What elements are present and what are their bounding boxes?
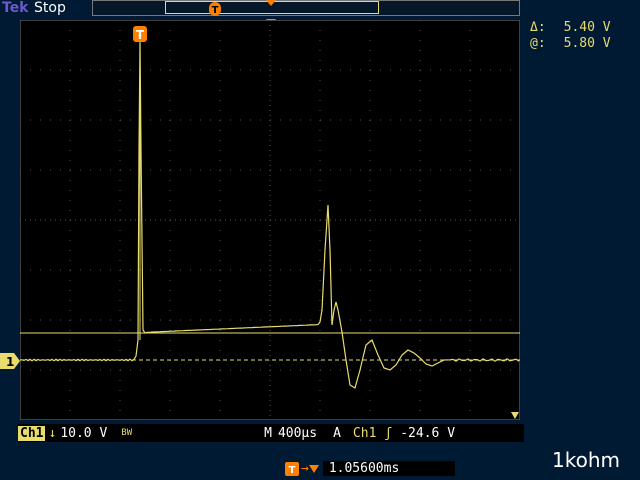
at-value: 5.80 V (563, 36, 611, 51)
waveform-display (19, 19, 521, 421)
trigger-level: -24.6 V (400, 425, 456, 441)
trigger-level-arrow-icon (511, 412, 519, 419)
trigger-marker-label: T (136, 28, 145, 42)
at-symbol: @: (530, 36, 546, 51)
trigger-position-down-icon (308, 464, 319, 473)
trigger-position-value: 1.05600ms (322, 461, 455, 476)
trigger-source: Ch1 (352, 425, 377, 441)
trigger-position-icon: T (285, 461, 299, 476)
timebase-value: 400µs (277, 425, 318, 441)
channel1-scale: 10.0 V (60, 425, 108, 441)
channel1-ground-marker-icon: 1 (0, 353, 20, 369)
arrow-right-icon: → (301, 461, 309, 476)
bandwidth-label: BW (121, 428, 133, 438)
trigger-mode: A (333, 425, 341, 441)
rising-edge-icon: ʃ (384, 425, 393, 441)
trigger-position-marker-label: T (289, 465, 296, 476)
channel1-label[interactable]: Ch1 (18, 425, 46, 441)
cursor-readouts: Δ: 5.40 V @: 5.80 V (530, 20, 611, 52)
record-trigger-marker-label: T (212, 5, 219, 16)
trigger-marker-icon: T (133, 26, 147, 42)
delta-value: 5.40 V (563, 20, 611, 35)
brand-logo: Tek (2, 0, 29, 16)
acquisition-status: Stop (34, 0, 66, 16)
channel1-marker-label: 1 (6, 355, 14, 369)
record-trigger-marker-icon: T (209, 2, 221, 16)
trigger-position-top-icon (266, 0, 276, 6)
coupling-icon: ↓ (48, 425, 57, 441)
settings-bar: Ch1 ↓ 10.0 V BW M 400µs A Ch1 ʃ -24.6 V (18, 424, 524, 442)
timebase-mode: M (264, 425, 272, 441)
impedance-label: 1kohm (552, 448, 620, 472)
trigger-position-readout: T → 1.05600ms (285, 461, 455, 476)
delta-symbol: Δ: (530, 20, 546, 35)
oscilloscope-graticule (19, 19, 521, 421)
